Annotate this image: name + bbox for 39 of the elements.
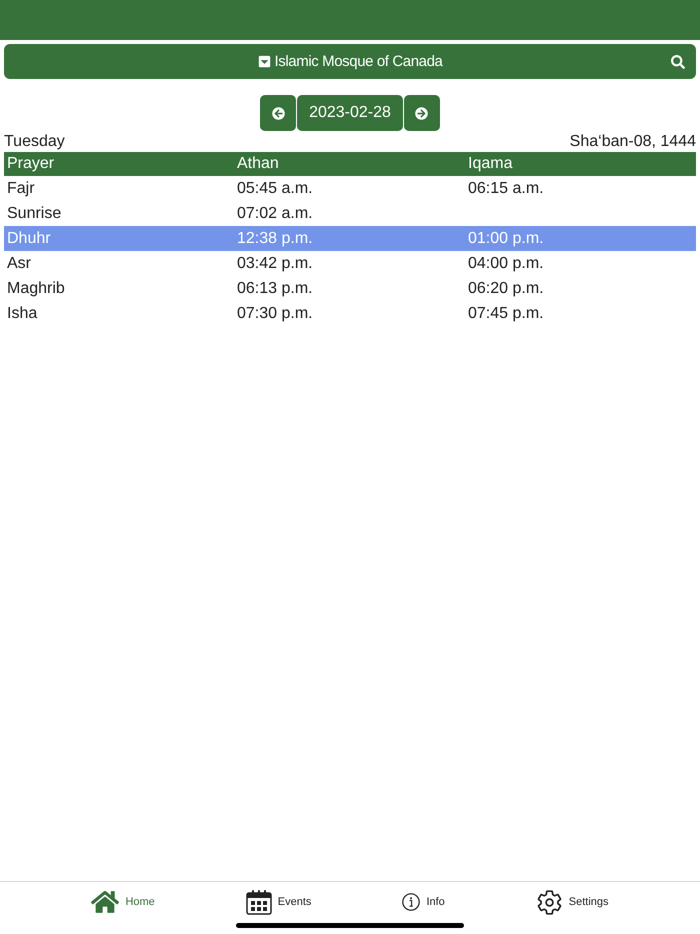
tab[interactable]: Events <box>246 889 312 915</box>
prayer-name: Maghrib <box>6 278 66 298</box>
athan-time: 03:42 p.m. <box>236 254 314 274</box>
previous-day-button[interactable] <box>260 95 296 131</box>
athan-time: 06:13 p.m. <box>236 278 314 298</box>
weekday-label: Tuesday <box>4 132 65 152</box>
settings-icon <box>536 888 563 916</box>
search-button[interactable] <box>670 54 686 70</box>
tab[interactable]: Settings <box>536 888 609 916</box>
prayer-name: Asr <box>6 254 32 274</box>
athan-time: 05:45 a.m. <box>236 178 314 198</box>
tab[interactable]: Home <box>91 888 155 916</box>
column-header: Athan <box>236 154 280 174</box>
date-button[interactable]: 2023-02-28 <box>297 95 403 131</box>
prayer-name: Isha <box>6 304 38 324</box>
iqama-time: 06:15 a.m. <box>467 178 545 198</box>
athan-time: 12:38 p.m. <box>236 228 314 248</box>
column-header: Iqama <box>467 154 514 174</box>
prayer-name: Fajr <box>6 178 36 198</box>
next-day-button[interactable] <box>404 95 440 131</box>
iqama-time: 04:00 p.m. <box>467 254 545 274</box>
athan-time: 07:02 a.m. <box>236 204 314 224</box>
prayer-name: Sunrise <box>6 204 62 224</box>
iqama-time: 07:45 p.m. <box>467 304 545 324</box>
hijri-date: Sha‘ban-08, 1444 <box>570 132 696 152</box>
left-arrow-icon <box>272 106 285 120</box>
tab[interactable]: Info <box>402 893 445 911</box>
search-icon <box>671 54 685 68</box>
home-icon <box>91 888 120 916</box>
info-icon <box>402 893 420 911</box>
iqama-time: 01:00 p.m. <box>467 228 545 248</box>
dropdown-icon <box>258 55 270 68</box>
calendar-icon <box>246 889 272 915</box>
prayer-name: Dhuhr <box>6 228 52 248</box>
mosque-selector[interactable]: Islamic Mosque of Canada <box>258 51 442 72</box>
column-header: Prayer <box>6 154 56 174</box>
right-arrow-icon <box>415 106 428 120</box>
iqama-time: 06:20 p.m. <box>467 278 545 298</box>
athan-time: 07:30 p.m. <box>236 304 314 324</box>
